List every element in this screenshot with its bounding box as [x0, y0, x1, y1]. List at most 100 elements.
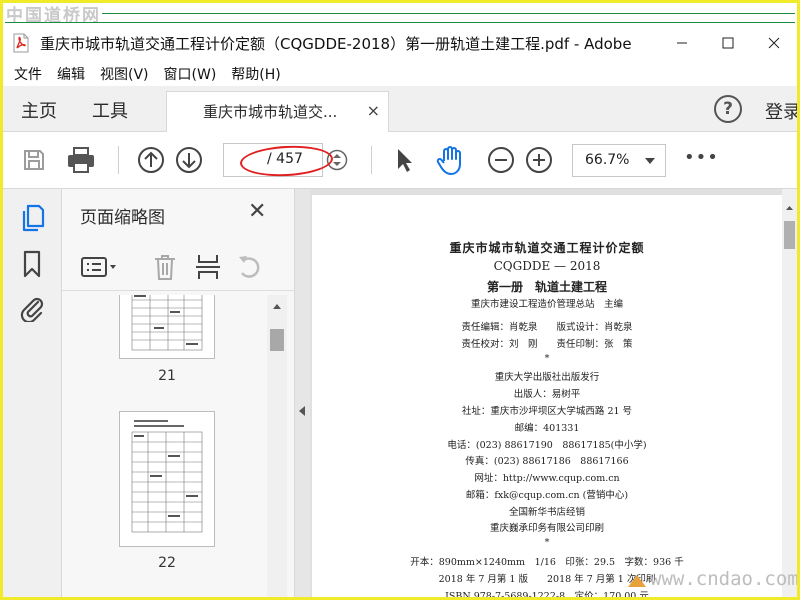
page-thumbnail-preview — [131, 295, 203, 351]
print-icon — [68, 147, 94, 173]
chevron-down-icon — [645, 158, 655, 164]
bookmarks-icon — [23, 250, 41, 278]
menu-help[interactable]: 帮助(H) — [231, 64, 280, 84]
thumbnail-options-icon — [81, 257, 116, 277]
previous-page-button[interactable] — [137, 146, 165, 174]
doc-line: 电话：(023) 88617190 88617185(中小学) — [447, 440, 647, 451]
thumbnail-toolbar — [62, 245, 295, 291]
tab-document-label: 重庆市城市轨道交... — [203, 103, 338, 121]
thumbnail-scrollbar[interactable] — [267, 295, 287, 597]
toolbar: / 457 66.7% ••• — [3, 132, 797, 189]
watermark-logo-icon — [628, 575, 646, 587]
menu-window[interactable]: 窗口(W) — [164, 64, 217, 84]
watermark-top: 中国道桥网 — [2, 0, 798, 26]
save-button[interactable] — [20, 146, 48, 174]
doc-line: 邮箱：fxk@cqup.com.cn (营销中心) — [465, 490, 629, 501]
scroll-up-icon — [786, 206, 793, 210]
window-controls — [659, 24, 797, 62]
maximize-icon — [722, 37, 734, 49]
delete-page-icon — [155, 255, 175, 280]
zoom-select[interactable]: 66.7% — [572, 144, 666, 177]
previous-page-icon — [138, 147, 164, 173]
tab-document[interactable]: 重庆市城市轨道交... × — [166, 91, 389, 132]
close-panel-button[interactable]: ✕ — [248, 199, 266, 224]
zoom-in-button[interactable] — [525, 146, 553, 174]
attachments-icon — [20, 297, 44, 322]
zoom-out-button[interactable] — [487, 146, 515, 174]
page-thumbnails-button[interactable] — [17, 203, 47, 233]
watermark-line — [5, 22, 795, 23]
doc-line: 社址：重庆市沙坪坝区大学城西路 21 号 — [461, 406, 633, 417]
tab-bar: 主页 工具 重庆市城市轨道交... × ? 登录 — [3, 86, 800, 132]
tab-tools[interactable]: 工具 — [92, 97, 128, 123]
document-view[interactable]: 重庆市城市轨道交通工程计价定额 CQGDDE — 2018 第一册 轨道土建工程… — [310, 189, 797, 597]
thumbnail-list: 21 22 — [62, 295, 267, 597]
minimize-icon — [677, 42, 687, 44]
extract-page-button[interactable] — [194, 253, 222, 281]
menu-view[interactable]: 视图(V) — [100, 64, 149, 84]
page-thumbnail-21[interactable] — [119, 295, 215, 359]
hand-tool-button[interactable] — [435, 144, 467, 176]
doc-line: 责任编辑：肖乾泉 版式设计：肖乾泉 — [461, 322, 633, 333]
doc-volume: 第一册 轨道土建工程 — [486, 280, 607, 294]
thumbnail-label: 21 — [158, 368, 176, 384]
toolbar-divider — [371, 146, 372, 174]
document-scrollbar[interactable] — [782, 189, 797, 597]
tab-home[interactable]: 主页 — [21, 97, 57, 123]
doc-code: CQGDDE — 2018 — [493, 259, 601, 273]
doc-line: 重庆市建设工程造价管理总站 主编 — [470, 299, 623, 310]
bookmarks-button[interactable] — [19, 249, 45, 279]
zoom-in-icon — [526, 147, 552, 173]
collapse-left-icon — [299, 406, 305, 416]
doc-title: 重庆市城市轨道交通工程计价定额 — [449, 241, 645, 255]
zoom-out-icon — [488, 147, 514, 173]
thumbnail-panel-title: 页面缩略图 — [80, 208, 165, 228]
more-tools-button[interactable]: ••• — [684, 147, 719, 168]
panel-collapse-strip[interactable] — [295, 189, 310, 597]
thumbnail-options-button[interactable] — [80, 253, 120, 281]
hand-tool-icon — [436, 146, 461, 175]
doc-separator: * — [544, 353, 550, 364]
attachments-button[interactable] — [17, 293, 47, 323]
page-thumbnails-icon — [22, 204, 45, 232]
window-titlebar: 重庆市城市轨道交通工程计价定额（CQGDDE-2018）第一册轨道土建工程.pd… — [3, 24, 797, 62]
doc-line: 出版人：易树平 — [513, 389, 581, 400]
maximize-button[interactable] — [705, 24, 751, 62]
minimize-button[interactable] — [659, 24, 705, 62]
close-tab-button[interactable]: × — [367, 101, 380, 120]
doc-line: 开本：890mm×1240mm 1/16 印张：29.5 字数：936 千 — [410, 557, 684, 568]
scrollbar-thumb[interactable] — [784, 221, 795, 249]
page-thumbnail-22[interactable] — [119, 411, 215, 547]
select-cursor-icon — [398, 149, 412, 172]
close-icon — [768, 37, 780, 49]
acrobat-pdf-icon — [13, 33, 29, 53]
window-title: 重庆市城市轨道交通工程计价定额（CQGDDE-2018）第一册轨道土建工程.pd… — [40, 34, 632, 53]
select-tool-button[interactable] — [391, 146, 417, 174]
login-button[interactable]: 登录 — [765, 98, 800, 124]
zoom-value: 66.7% — [585, 152, 630, 168]
toolbar-divider — [118, 146, 119, 174]
rotate-page-button[interactable] — [236, 253, 264, 281]
doc-line: 网址：http://www.cqup.com.cn — [474, 473, 620, 484]
help-icon[interactable]: ? — [714, 95, 742, 123]
document-page: 重庆市城市轨道交通工程计价定额 CQGDDE — 2018 第一册 轨道土建工程… — [312, 195, 782, 597]
doc-line: 邮编：401331 — [514, 423, 580, 434]
doc-line: 传真：(023) 88617186 88617166 — [465, 456, 629, 467]
watermark-bottom-text: www.cndao.com — [650, 568, 799, 590]
doc-line: 重庆巍承印务有限公司印刷 — [489, 523, 604, 534]
menu-edit[interactable]: 编辑 — [57, 64, 85, 84]
delete-page-button[interactable] — [152, 253, 178, 281]
close-window-button[interactable] — [751, 24, 797, 62]
scroll-up-icon — [273, 304, 281, 309]
next-page-button[interactable] — [175, 146, 203, 174]
doc-line: 责任校对：刘 刚 责任印制：张 策 — [461, 339, 633, 350]
menu-file[interactable]: 文件 — [14, 64, 42, 84]
doc-line: 重庆大学出版社出版发行 — [494, 372, 600, 383]
doc-separator: * — [544, 537, 550, 548]
watermark-line — [102, 13, 795, 14]
print-button[interactable] — [65, 144, 97, 176]
extract-page-icon — [196, 255, 220, 279]
scrollbar-thumb[interactable] — [270, 329, 284, 351]
navigation-rail — [3, 189, 62, 597]
rotate-page-icon — [239, 256, 260, 278]
